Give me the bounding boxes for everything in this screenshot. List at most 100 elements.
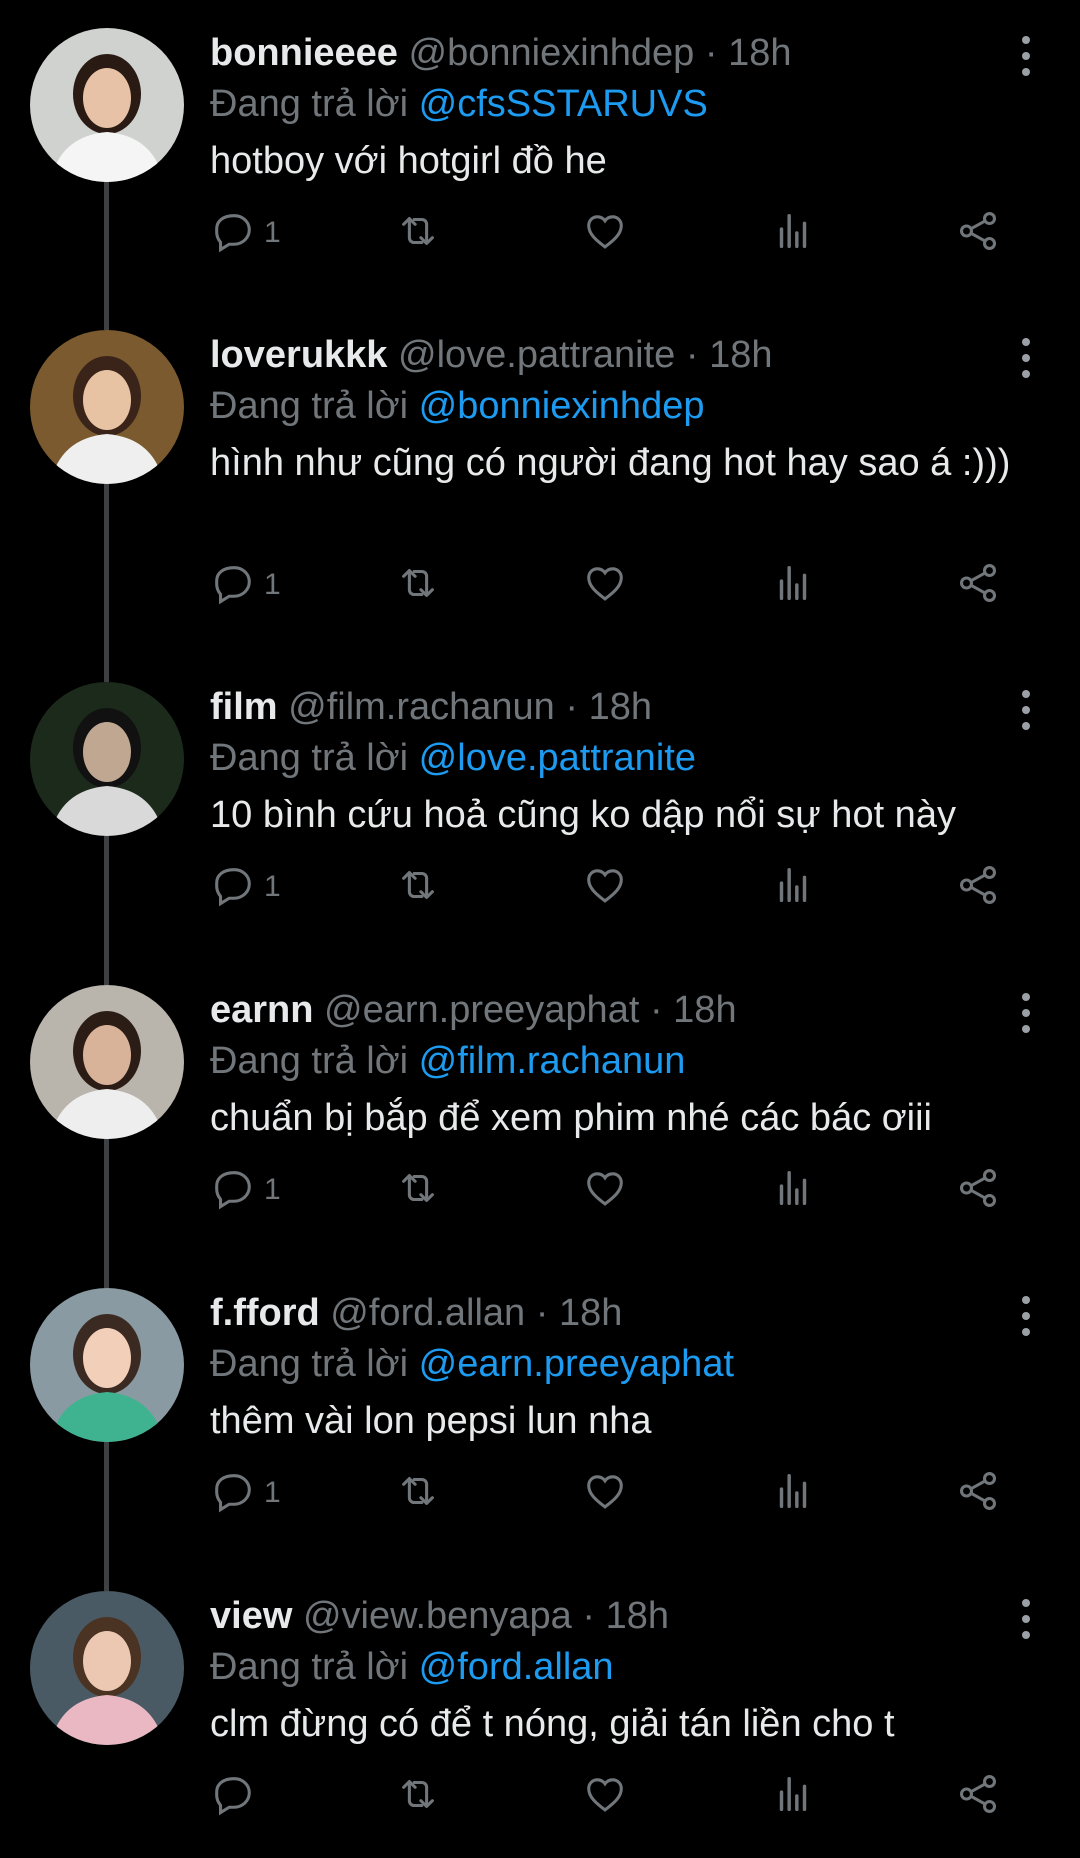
views-button[interactable] (770, 860, 816, 914)
like-icon (582, 560, 628, 611)
reply-count: 1 (264, 568, 281, 601)
thread-line-bottom (104, 484, 109, 654)
reply-button[interactable] (210, 1769, 264, 1823)
share-button[interactable] (955, 1466, 1001, 1520)
more-icon[interactable] (1016, 993, 1036, 1033)
reply-button[interactable]: 1 (210, 558, 281, 612)
share-icon (955, 862, 1001, 913)
tweet-reply[interactable]: loverukkk @love.pattranite · 18h Đang tr… (0, 302, 1080, 654)
timestamp[interactable]: 18h (673, 989, 736, 1031)
views-icon (770, 862, 816, 913)
display-name[interactable]: loverukkk (210, 334, 387, 376)
reply-icon (210, 560, 256, 611)
mention-link[interactable]: @film.rachanun (419, 1040, 686, 1082)
more-icon[interactable] (1016, 690, 1036, 730)
repost-icon (395, 560, 441, 611)
timestamp[interactable]: 18h (728, 32, 791, 74)
timestamp[interactable]: 18h (589, 686, 652, 728)
replying-to-label: Đang trả lời (210, 83, 409, 125)
handle[interactable]: @bonniexinhdep (409, 32, 695, 74)
thread-line-top (104, 654, 109, 682)
timestamp[interactable]: 18h (709, 334, 772, 376)
display-name[interactable]: f.fford (210, 1292, 320, 1334)
tweet-text: thêm vài lon pepsi lun nha (210, 1400, 652, 1442)
like-button[interactable] (582, 1769, 628, 1823)
share-button[interactable] (955, 1163, 1001, 1217)
tweet-text: clm đừng có để t nóng, giải tán liền cho… (210, 1703, 895, 1745)
tweet-reply[interactable]: view @view.benyapa · 18h Đang trả lời @f… (0, 1563, 1080, 1858)
repost-button[interactable] (395, 860, 441, 914)
avatar[interactable] (30, 28, 184, 182)
display-name[interactable]: film (210, 686, 278, 728)
replying-to: Đang trả lời @love.pattranite (210, 732, 1040, 784)
views-button[interactable] (770, 1466, 816, 1520)
handle[interactable]: @film.rachanun (288, 686, 555, 728)
share-button[interactable] (955, 860, 1001, 914)
mention-link[interactable]: @love.pattranite (419, 737, 696, 779)
display-name[interactable]: view (210, 1595, 292, 1637)
separator-dot: · (535, 1292, 549, 1334)
views-button[interactable] (770, 1769, 816, 1823)
avatar[interactable] (30, 330, 184, 484)
replying-to: Đang trả lời @ford.allan (210, 1641, 1040, 1693)
like-button[interactable] (582, 860, 628, 914)
repost-icon (395, 1165, 441, 1216)
avatar[interactable] (30, 1288, 184, 1442)
share-icon (955, 1468, 1001, 1519)
thread-line-top (104, 1563, 109, 1591)
like-button[interactable] (582, 1163, 628, 1217)
separator-dot: · (704, 32, 718, 74)
like-button[interactable] (582, 206, 628, 260)
avatar[interactable] (30, 682, 184, 836)
mention-link[interactable]: @cfsSSTARUVS (419, 83, 708, 125)
reply-button[interactable]: 1 (210, 1163, 281, 1217)
display-name[interactable]: earnn (210, 989, 313, 1031)
repost-button[interactable] (395, 206, 441, 260)
replying-to: Đang trả lời @bonniexinhdep (210, 380, 1040, 432)
handle[interactable]: @earn.preeyaphat (324, 989, 639, 1031)
mention-link[interactable]: @ford.allan (419, 1646, 614, 1688)
like-button[interactable] (582, 558, 628, 612)
avatar[interactable] (30, 985, 184, 1139)
timestamp[interactable]: 18h (559, 1292, 622, 1334)
share-button[interactable] (955, 558, 1001, 612)
tweet-reply[interactable]: bonnieeee @bonniexinhdep · 18h Đang trả … (0, 0, 1080, 302)
repost-button[interactable] (395, 1163, 441, 1217)
thread-line-bottom (104, 1442, 109, 1563)
reply-count: 1 (264, 1476, 281, 1509)
more-icon[interactable] (1016, 36, 1036, 76)
share-button[interactable] (955, 206, 1001, 260)
more-icon[interactable] (1016, 338, 1036, 378)
handle[interactable]: @view.benyapa (303, 1595, 572, 1637)
views-icon (770, 560, 816, 611)
display-name[interactable]: bonnieeee (210, 32, 398, 74)
views-button[interactable] (770, 558, 816, 612)
action-bar: 1 (210, 1466, 1010, 1520)
reply-button[interactable]: 1 (210, 860, 281, 914)
mention-link[interactable]: @bonniexinhdep (419, 385, 705, 427)
views-button[interactable] (770, 206, 816, 260)
repost-button[interactable] (395, 1466, 441, 1520)
more-icon[interactable] (1016, 1599, 1036, 1639)
avatar[interactable] (30, 1591, 184, 1745)
handle[interactable]: @love.pattranite (398, 334, 675, 376)
handle[interactable]: @ford.allan (330, 1292, 525, 1334)
tweet-header: earnn @earn.preeyaphat · 18h (210, 985, 1040, 1035)
share-button[interactable] (955, 1769, 1001, 1823)
reply-button[interactable]: 1 (210, 1466, 281, 1520)
replying-to: Đang trả lời @film.rachanun (210, 1035, 1040, 1087)
tweet-reply[interactable]: earnn @earn.preeyaphat · 18h Đang trả lờ… (0, 957, 1080, 1260)
repost-button[interactable] (395, 1769, 441, 1823)
separator-dot: · (649, 989, 663, 1031)
repost-button[interactable] (395, 558, 441, 612)
thread-line-top (104, 302, 109, 330)
more-icon[interactable] (1016, 1296, 1036, 1336)
timestamp[interactable]: 18h (606, 1595, 669, 1637)
share-icon (955, 1771, 1001, 1822)
reply-button[interactable]: 1 (210, 206, 281, 260)
views-button[interactable] (770, 1163, 816, 1217)
mention-link[interactable]: @earn.preeyaphat (419, 1343, 734, 1385)
like-button[interactable] (582, 1466, 628, 1520)
tweet-reply[interactable]: film @film.rachanun · 18h Đang trả lời @… (0, 654, 1080, 957)
tweet-reply[interactable]: f.fford @ford.allan · 18h Đang trả lời @… (0, 1260, 1080, 1563)
